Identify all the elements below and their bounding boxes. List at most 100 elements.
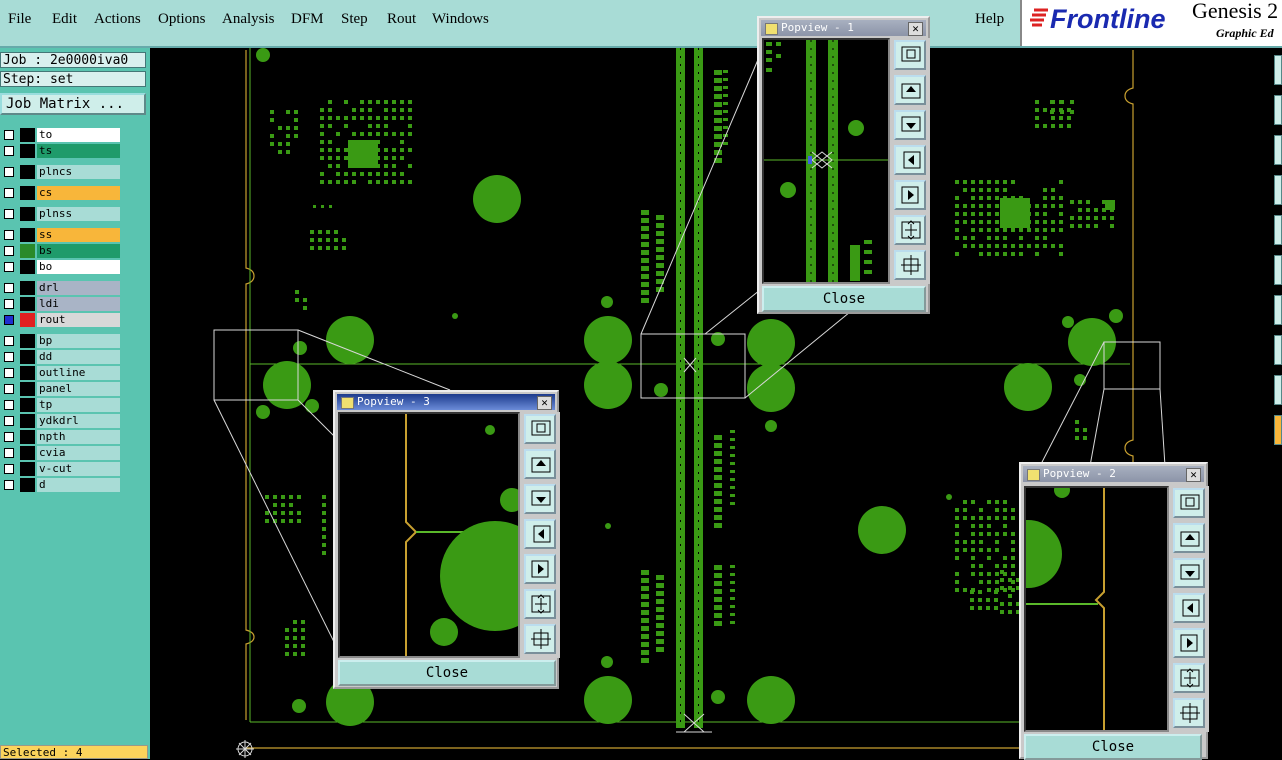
- popview-1-titlebar[interactable]: Popview - 1 ✕: [761, 20, 926, 36]
- layer-row-plnss[interactable]: plnss: [2, 207, 120, 221]
- popview-tool-button[interactable]: [1173, 698, 1205, 728]
- layer-row-v-cut[interactable]: v-cut: [2, 462, 120, 476]
- window-menu-icon[interactable]: [1027, 469, 1040, 481]
- layer-row-drl[interactable]: drl: [2, 281, 120, 295]
- menu-step[interactable]: Step: [341, 11, 368, 28]
- menu-analysis[interactable]: Analysis: [222, 11, 275, 28]
- popview-2-titlebar[interactable]: Popview - 2 ✕: [1023, 466, 1204, 482]
- window-menu-icon[interactable]: [341, 397, 354, 409]
- popview-tool-button[interactable]: [524, 589, 556, 619]
- layer-row-d[interactable]: d: [2, 478, 120, 492]
- layer-checkbox[interactable]: [4, 336, 14, 346]
- menu-rout[interactable]: Rout: [387, 11, 416, 28]
- layer-checkbox[interactable]: [4, 209, 14, 219]
- layer-checkbox[interactable]: [4, 188, 14, 198]
- right-tool-1[interactable]: [1274, 55, 1282, 85]
- layer-checkbox[interactable]: [4, 432, 14, 442]
- menu-file[interactable]: File: [8, 11, 31, 28]
- menu-options[interactable]: Options: [158, 11, 206, 28]
- menu-dfm[interactable]: DFM: [291, 11, 324, 28]
- popview-1-close-icon[interactable]: ✕: [908, 22, 923, 36]
- popview-tool-button[interactable]: [894, 215, 926, 245]
- layer-row-plncs[interactable]: plncs: [2, 165, 120, 179]
- right-tool-4[interactable]: [1274, 175, 1282, 205]
- popview-tool-button[interactable]: [524, 484, 556, 514]
- layer-row-panel[interactable]: panel: [2, 382, 120, 396]
- layer-checkbox[interactable]: [4, 230, 14, 240]
- layer-row-bp[interactable]: bp: [2, 334, 120, 348]
- layer-row-ydkdrl[interactable]: ydkdrl: [2, 414, 120, 428]
- layer-checkbox[interactable]: [4, 384, 14, 394]
- popview-tool-button[interactable]: [1173, 558, 1205, 588]
- layer-checkbox[interactable]: [4, 368, 14, 378]
- layer-checkbox[interactable]: [4, 480, 14, 490]
- popview-tool-button[interactable]: [1173, 593, 1205, 623]
- layer-checkbox[interactable]: [4, 416, 14, 426]
- right-tool-3[interactable]: [1274, 135, 1282, 165]
- right-tool-10[interactable]: [1274, 415, 1282, 445]
- right-tool-7[interactable]: [1274, 295, 1282, 325]
- layer-checkbox[interactable]: [4, 464, 14, 474]
- layer-row-ldi[interactable]: ldi: [2, 297, 120, 311]
- layer-checkbox[interactable]: [4, 167, 14, 177]
- layer-checkbox[interactable]: [4, 146, 14, 156]
- layer-checkbox[interactable]: [4, 130, 14, 140]
- popview-3-titlebar[interactable]: Popview - 3 ✕: [337, 394, 555, 410]
- layer-row-bo[interactable]: bo: [2, 260, 120, 274]
- popview-tool-button[interactable]: [524, 449, 556, 479]
- popview-1-view[interactable]: [762, 38, 890, 284]
- popview-tool-button[interactable]: [524, 554, 556, 584]
- popview-tool-button[interactable]: [1173, 663, 1205, 693]
- right-tool-6[interactable]: [1274, 255, 1282, 285]
- popview-tool-button[interactable]: [894, 110, 926, 140]
- layer-row-to[interactable]: to: [2, 128, 120, 142]
- layer-row-outline[interactable]: outline: [2, 366, 120, 380]
- menu-help[interactable]: Help: [975, 11, 1004, 28]
- layer-row-cvia[interactable]: cvia: [2, 446, 120, 460]
- popview-tool-button[interactable]: [1173, 523, 1205, 553]
- popview-3-close-icon[interactable]: ✕: [537, 396, 552, 410]
- popview-2-view[interactable]: [1024, 486, 1169, 732]
- layer-checkbox[interactable]: [4, 262, 14, 272]
- popview-tool-button[interactable]: [524, 414, 556, 444]
- layer-checkbox[interactable]: [4, 448, 14, 458]
- right-tool-5[interactable]: [1274, 215, 1282, 245]
- popview-1-close-button[interactable]: Close: [762, 286, 926, 312]
- popview-tool-button[interactable]: [1173, 488, 1205, 518]
- popview-2-close-icon[interactable]: ✕: [1186, 468, 1201, 482]
- popview-tool-button[interactable]: [894, 250, 926, 280]
- layer-row-rout[interactable]: rout: [2, 313, 120, 327]
- right-tool-9[interactable]: [1274, 375, 1282, 405]
- layer-row-tp[interactable]: tp: [2, 398, 120, 412]
- popview-tool-button[interactable]: [524, 624, 556, 654]
- job-matrix-button[interactable]: Job Matrix ...: [0, 93, 146, 115]
- popview-3-close-button[interactable]: Close: [338, 660, 556, 686]
- layer-row-npth[interactable]: npth: [2, 430, 120, 444]
- layer-checkbox[interactable]: [4, 400, 14, 410]
- popview-tool-button[interactable]: [524, 519, 556, 549]
- window-menu-icon[interactable]: [765, 23, 778, 35]
- layer-row-bs[interactable]: bs: [2, 244, 120, 258]
- layer-checkbox[interactable]: [4, 246, 14, 256]
- popview-tool-button[interactable]: [894, 75, 926, 105]
- popview-3-view[interactable]: [338, 412, 520, 658]
- layer-row-ts[interactable]: ts: [2, 144, 120, 158]
- menu-windows[interactable]: Windows: [432, 11, 489, 28]
- layer-checkbox[interactable]: [4, 283, 14, 293]
- layer-row-dd[interactable]: dd: [2, 350, 120, 364]
- right-tool-2[interactable]: [1274, 95, 1282, 125]
- layer-row-ss[interactable]: ss: [2, 228, 120, 242]
- layer-checkbox[interactable]: [4, 315, 14, 325]
- popview-tool-button[interactable]: [1173, 628, 1205, 658]
- layer-checkbox[interactable]: [4, 352, 14, 362]
- menu-edit[interactable]: Edit: [52, 11, 77, 28]
- layer-checkbox[interactable]: [4, 299, 14, 309]
- popview-tool-button[interactable]: [894, 145, 926, 175]
- layer-row-cs[interactable]: cs: [2, 186, 120, 200]
- popview-tool-button[interactable]: [894, 40, 926, 70]
- smd-pad: [1003, 508, 1007, 512]
- popview-2-close-button[interactable]: Close: [1024, 734, 1202, 760]
- right-tool-8[interactable]: [1274, 335, 1282, 365]
- menu-actions[interactable]: Actions: [94, 11, 141, 28]
- popview-tool-button[interactable]: [894, 180, 926, 210]
